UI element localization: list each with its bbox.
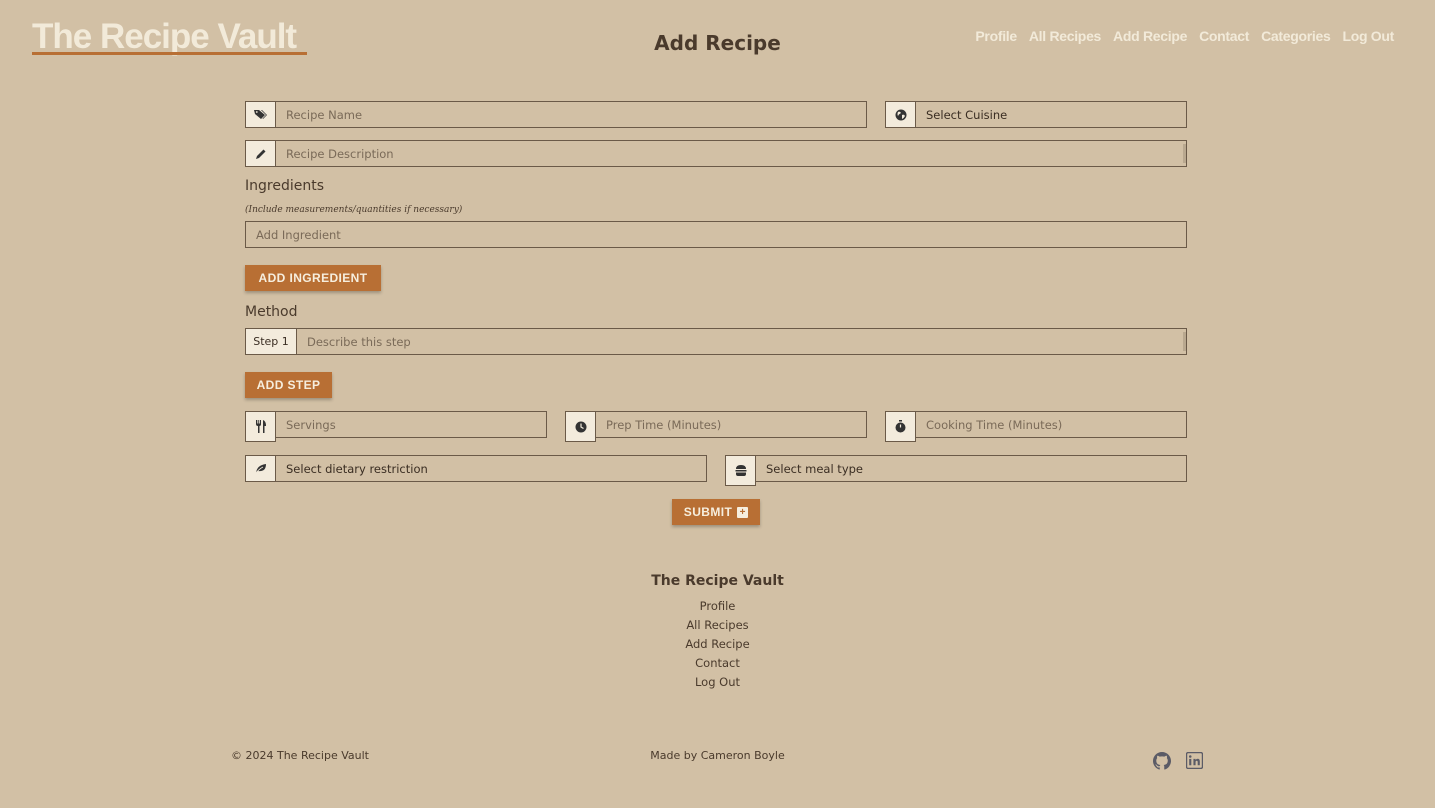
- nav-all-recipes[interactable]: All Recipes: [1029, 28, 1101, 44]
- step-placeholder: Describe this step: [307, 334, 411, 349]
- footer-link-log-out[interactable]: Log Out: [695, 675, 740, 690]
- add-ingredient-button[interactable]: ADD INGREDIENT: [245, 265, 381, 291]
- utensils-icon: [245, 411, 276, 442]
- footer-links: Profile All Recipes Add Recipe Contact L…: [0, 599, 1435, 690]
- submit-label: SUBMIT: [683, 505, 733, 519]
- nav-add-recipe[interactable]: Add Recipe: [1113, 28, 1187, 44]
- tags-icon: [245, 101, 276, 128]
- cuisine-select[interactable]: Select Cuisine: [916, 101, 1187, 128]
- github-icon[interactable]: [1153, 752, 1171, 770]
- add-step-button[interactable]: ADD STEP: [245, 372, 332, 398]
- ingredients-hint: (Include measurements/quantities if nece…: [245, 205, 463, 215]
- servings-field: Servings: [245, 411, 547, 442]
- recipe-name-input[interactable]: Recipe Name: [276, 101, 867, 128]
- footer-link-contact[interactable]: Contact: [695, 656, 740, 671]
- recipe-description-placeholder: Recipe Description: [286, 146, 394, 161]
- dietary-select[interactable]: Select dietary restriction: [276, 455, 707, 482]
- footer-link-profile[interactable]: Profile: [700, 599, 736, 614]
- pencil-icon: [245, 140, 276, 167]
- recipe-description-textarea[interactable]: Recipe Description: [276, 140, 1187, 167]
- dietary-field: Select dietary restriction: [245, 455, 707, 482]
- plus-square-icon: +: [737, 506, 749, 518]
- ingredient-input[interactable]: Add Ingredient: [245, 221, 1187, 248]
- ingredients-heading: Ingredients: [245, 178, 324, 194]
- meal-type-select[interactable]: Select meal type: [756, 455, 1187, 482]
- nav-contact[interactable]: Contact: [1199, 28, 1249, 44]
- servings-input[interactable]: Servings: [276, 411, 547, 438]
- nav-log-out[interactable]: Log Out: [1342, 28, 1394, 44]
- footer-title: The Recipe Vault: [651, 573, 784, 589]
- textarea-resize-handle[interactable]: [1183, 144, 1186, 163]
- textarea-resize-handle[interactable]: [1183, 332, 1186, 351]
- recipe-name-field: Recipe Name: [245, 101, 867, 128]
- recipe-description-field: Recipe Description: [245, 140, 1187, 167]
- leaf-icon: [245, 455, 276, 482]
- cuisine-field: Select Cuisine: [885, 101, 1187, 128]
- prep-time-field: Prep Time (Minutes): [565, 411, 867, 442]
- method-heading: Method: [245, 304, 298, 320]
- cooking-time-input[interactable]: Cooking Time (Minutes): [916, 411, 1187, 438]
- step-textarea[interactable]: Describe this step: [297, 328, 1187, 355]
- clock-icon: [565, 411, 596, 442]
- submit-button[interactable]: SUBMIT +: [672, 499, 760, 525]
- linkedin-icon[interactable]: [1185, 751, 1204, 770]
- step-field: Step 1 Describe this step: [245, 328, 1187, 355]
- made-by-text: Made by Cameron Boyle: [650, 749, 785, 762]
- ingredient-field: Add Ingredient: [245, 221, 1187, 248]
- footer-link-add-recipe[interactable]: Add Recipe: [685, 637, 749, 652]
- footer-link-all-recipes[interactable]: All Recipes: [686, 618, 748, 633]
- nav-categories[interactable]: Categories: [1261, 28, 1331, 44]
- stopwatch-icon: [885, 411, 916, 442]
- nav-profile[interactable]: Profile: [975, 28, 1017, 44]
- main-nav: Profile All Recipes Add Recipe Contact C…: [975, 28, 1394, 44]
- step-number-label: Step 1: [245, 328, 297, 355]
- globe-icon: [885, 101, 916, 128]
- meal-type-field: Select meal type: [725, 455, 1187, 486]
- cooking-time-field: Cooking Time (Minutes): [885, 411, 1187, 442]
- prep-time-input[interactable]: Prep Time (Minutes): [596, 411, 867, 438]
- burger-icon: [725, 455, 756, 486]
